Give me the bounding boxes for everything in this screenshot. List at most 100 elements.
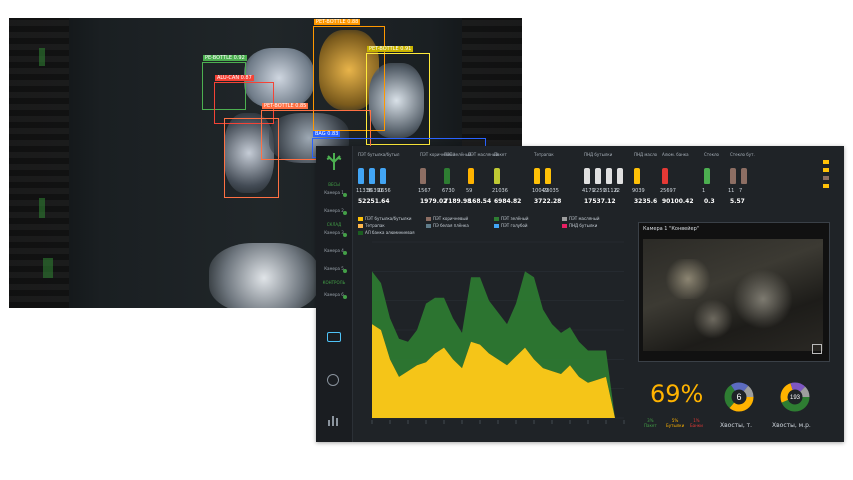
x-tick <box>497 420 499 424</box>
legend-item: ПЭТ голубой <box>494 223 528 228</box>
x-tick <box>551 420 553 424</box>
product-total: 17537.12 <box>584 198 616 205</box>
x-tick <box>425 420 427 424</box>
legend-item: ПЭТ масляный <box>562 216 600 221</box>
bottle-icon <box>595 168 601 184</box>
legend-label: ПЭТ зелёный <box>501 216 529 221</box>
x-tick <box>533 420 535 424</box>
sidebar-item-camera-5[interactable]: Камера 5 <box>319 266 349 280</box>
product-total: 168.54 <box>468 198 492 205</box>
efficiency-percent: 69% <box>650 380 704 408</box>
bottle-icon <box>468 168 474 184</box>
x-tick <box>479 420 481 424</box>
detection-box: PET-BOTTLE 0.91 <box>366 46 430 145</box>
legend-item: АЛ банка алюминиевая <box>358 230 415 235</box>
product-count: 1567 <box>418 188 431 194</box>
stacked-area-chart: ПЭТ бутылка/бутылки ПЭТ коричневый ПЭТ зел… <box>358 216 628 436</box>
legend-label: Тетрапак <box>365 223 385 228</box>
product-total: 52251.64 <box>358 198 390 205</box>
legend-label: ПЭТ коричневый <box>433 216 469 221</box>
bottle-icon <box>545 168 551 184</box>
dashboard-window: ВЕСЫ Камера 1 Камера 2 СКЛАД Камера 3 Ка… <box>316 146 844 442</box>
product-total: 3235.6 <box>634 198 658 205</box>
fullscreen-icon[interactable] <box>812 344 822 354</box>
product-count: 21036 <box>492 188 508 194</box>
detection-box <box>224 118 279 198</box>
legend-swatch <box>426 224 431 228</box>
legend-swatch <box>358 224 363 228</box>
product-total: 5.57 <box>730 198 745 205</box>
legend-label: ПЭТ голубой <box>501 223 528 228</box>
belt-marker <box>39 48 45 66</box>
sidebar-label: КОНТРОЛЬ <box>322 280 346 285</box>
legend-swatch <box>562 224 567 228</box>
detection-label: ALU-CAN 0.87 <box>215 75 254 81</box>
camera-title: Камера 1 "Конвейер" <box>643 226 700 232</box>
product-count: 1656 <box>378 188 391 194</box>
x-tick <box>587 420 589 424</box>
product-count: 1 <box>702 188 706 194</box>
camera-panel: Камера 1 "Конвейер" <box>638 222 830 362</box>
bottle-icon <box>634 168 640 184</box>
product-counters: ПЭТ бутылка/бутыл 11336 36391 1656 52251.64 П… <box>356 152 828 212</box>
legend-swatch <box>494 217 499 221</box>
donut-chart: 193 <box>780 382 810 412</box>
camera-feed[interactable] <box>643 239 823 351</box>
x-tick <box>461 420 463 424</box>
legend-swatch <box>426 217 431 221</box>
legend-item: Тетрапак <box>358 223 385 228</box>
product-label: Стекло бут. <box>730 152 755 157</box>
legend-item: ПЭТ зелёный <box>494 216 529 221</box>
sidebar-item-camera-2[interactable]: Камера 2 <box>319 208 349 222</box>
sidebar-label: ВЕСЫ <box>328 182 340 187</box>
bottle-icon <box>369 168 375 184</box>
x-tick <box>623 420 625 424</box>
sidebar-item-camera-4[interactable]: Камера 4 <box>319 248 349 262</box>
camera-icon[interactable] <box>327 332 341 342</box>
belt-marker <box>43 258 53 278</box>
bar-chart-icon[interactable] <box>327 414 341 426</box>
legend-strip <box>820 158 834 192</box>
product-total: 3722.28 <box>534 198 562 205</box>
bottle-icon <box>606 168 612 184</box>
bag-blob <box>209 243 319 308</box>
legend-item: ПЭТ бутылка/бутылки <box>358 216 412 221</box>
sidebar-item-camera-3[interactable]: Камера 3 <box>319 230 349 244</box>
bottle-icon <box>662 168 668 184</box>
product-count: 59 <box>466 188 473 194</box>
detection-label: BAG 0.83 <box>313 131 341 137</box>
product-label: Тетрапак <box>534 152 554 157</box>
tree-logo-icon <box>323 150 345 172</box>
product-label: ПЭТ бутылка/бутыл <box>358 152 400 157</box>
donut-label: Хвосты, м.р. <box>772 422 811 429</box>
legend-swatch <box>358 217 363 221</box>
product-label: Стекло <box>704 152 720 157</box>
donut-label: Хвосты, т. <box>720 422 753 429</box>
legend-swatch <box>358 231 363 235</box>
bottle-icon <box>444 168 450 184</box>
legend-swatch <box>494 224 499 228</box>
product-label: ПНД масло <box>634 152 658 157</box>
legend-label: ПЭТ бутылка/бутылки <box>365 216 412 221</box>
product-label: Пакет <box>494 152 507 157</box>
mini-stat: 3% Пакет <box>644 418 657 428</box>
legend-item: ПЭ белая плёнка <box>426 223 469 228</box>
legend-label: ПЭ белая плёнка <box>433 223 469 228</box>
product-total: 0.3 <box>704 198 715 205</box>
x-tick <box>443 420 445 424</box>
legend-label: ПНД бутылки <box>569 223 598 228</box>
gear-icon[interactable] <box>327 374 339 386</box>
detection-label: PET-BOTTLE 0.91 <box>367 46 414 52</box>
bottle-icon <box>380 168 386 184</box>
mini-stat: 5% Бутылки <box>666 418 685 428</box>
sidebar-item-camera-1[interactable]: Камера 1 <box>319 190 349 204</box>
bottle-icon <box>741 168 747 184</box>
bottle-icon <box>617 168 623 184</box>
x-tick <box>389 420 391 424</box>
product-total: 90100.42 <box>662 198 694 205</box>
sidebar-label: СКЛАД <box>326 222 342 227</box>
sidebar-item-camera-6[interactable]: Камера 6 <box>319 292 349 306</box>
area-chart-svg <box>371 241 625 424</box>
x-tick <box>371 420 373 424</box>
bottle-icon <box>420 168 426 184</box>
